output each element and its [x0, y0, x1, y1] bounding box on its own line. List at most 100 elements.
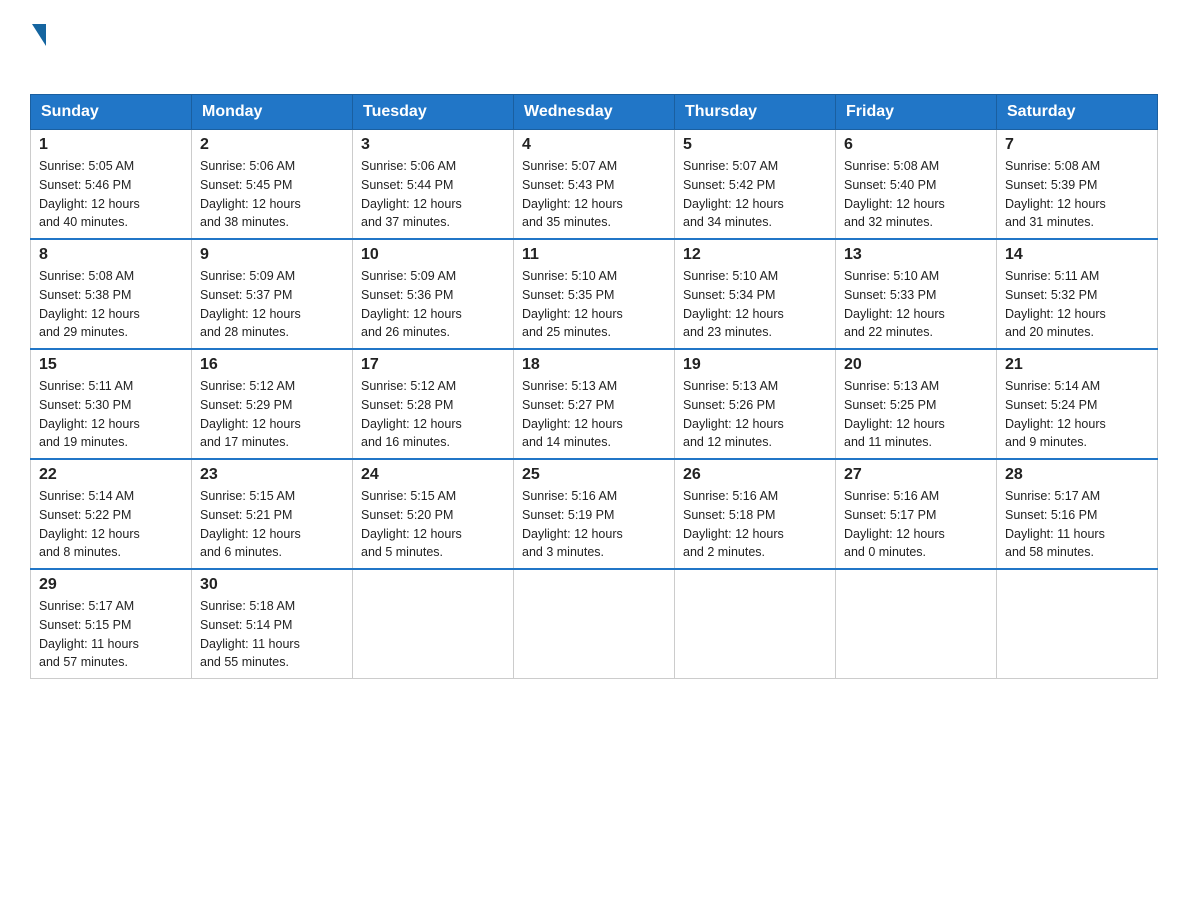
day-info: Sunrise: 5:09 AMSunset: 5:36 PMDaylight:…	[361, 267, 505, 342]
calendar-cell: 10 Sunrise: 5:09 AMSunset: 5:36 PMDaylig…	[353, 239, 514, 349]
day-number: 24	[361, 466, 505, 484]
calendar-cell: 30 Sunrise: 5:18 AMSunset: 5:14 PMDaylig…	[192, 569, 353, 679]
day-info: Sunrise: 5:11 AMSunset: 5:32 PMDaylight:…	[1005, 267, 1149, 342]
calendar-cell: 19 Sunrise: 5:13 AMSunset: 5:26 PMDaylig…	[675, 349, 836, 459]
day-info: Sunrise: 5:12 AMSunset: 5:28 PMDaylight:…	[361, 377, 505, 452]
day-info: Sunrise: 5:08 AMSunset: 5:40 PMDaylight:…	[844, 157, 988, 232]
calendar-week-row: 8 Sunrise: 5:08 AMSunset: 5:38 PMDayligh…	[31, 239, 1158, 349]
day-number: 5	[683, 136, 827, 154]
calendar-cell: 16 Sunrise: 5:12 AMSunset: 5:29 PMDaylig…	[192, 349, 353, 459]
day-info: Sunrise: 5:13 AMSunset: 5:26 PMDaylight:…	[683, 377, 827, 452]
day-info: Sunrise: 5:07 AMSunset: 5:43 PMDaylight:…	[522, 157, 666, 232]
day-number: 25	[522, 466, 666, 484]
day-info: Sunrise: 5:16 AMSunset: 5:17 PMDaylight:…	[844, 487, 988, 562]
day-info: Sunrise: 5:10 AMSunset: 5:34 PMDaylight:…	[683, 267, 827, 342]
logo: General	[30, 20, 136, 74]
day-number: 8	[39, 246, 183, 264]
day-number: 3	[361, 136, 505, 154]
calendar-cell: 28 Sunrise: 5:17 AMSunset: 5:16 PMDaylig…	[997, 459, 1158, 569]
calendar-cell: 3 Sunrise: 5:06 AMSunset: 5:44 PMDayligh…	[353, 130, 514, 240]
calendar-week-row: 15 Sunrise: 5:11 AMSunset: 5:30 PMDaylig…	[31, 349, 1158, 459]
day-number: 7	[1005, 136, 1149, 154]
day-info: Sunrise: 5:07 AMSunset: 5:42 PMDaylight:…	[683, 157, 827, 232]
day-number: 1	[39, 136, 183, 154]
calendar-cell	[514, 569, 675, 679]
day-info: Sunrise: 5:18 AMSunset: 5:14 PMDaylight:…	[200, 597, 344, 672]
day-number: 9	[200, 246, 344, 264]
calendar-week-row: 1 Sunrise: 5:05 AMSunset: 5:46 PMDayligh…	[31, 130, 1158, 240]
day-info: Sunrise: 5:14 AMSunset: 5:24 PMDaylight:…	[1005, 377, 1149, 452]
calendar-cell: 27 Sunrise: 5:16 AMSunset: 5:17 PMDaylig…	[836, 459, 997, 569]
calendar-cell: 24 Sunrise: 5:15 AMSunset: 5:20 PMDaylig…	[353, 459, 514, 569]
column-header-tuesday: Tuesday	[353, 95, 514, 130]
day-number: 29	[39, 576, 183, 594]
calendar-cell: 9 Sunrise: 5:09 AMSunset: 5:37 PMDayligh…	[192, 239, 353, 349]
calendar-cell	[675, 569, 836, 679]
day-info: Sunrise: 5:08 AMSunset: 5:39 PMDaylight:…	[1005, 157, 1149, 232]
day-number: 14	[1005, 246, 1149, 264]
day-info: Sunrise: 5:05 AMSunset: 5:46 PMDaylight:…	[39, 157, 183, 232]
column-header-wednesday: Wednesday	[514, 95, 675, 130]
day-number: 30	[200, 576, 344, 594]
calendar-header-row: SundayMondayTuesdayWednesdayThursdayFrid…	[31, 95, 1158, 130]
day-info: Sunrise: 5:08 AMSunset: 5:38 PMDaylight:…	[39, 267, 183, 342]
day-info: Sunrise: 5:06 AMSunset: 5:45 PMDaylight:…	[200, 157, 344, 232]
day-number: 20	[844, 356, 988, 374]
calendar-cell: 8 Sunrise: 5:08 AMSunset: 5:38 PMDayligh…	[31, 239, 192, 349]
day-info: Sunrise: 5:16 AMSunset: 5:18 PMDaylight:…	[683, 487, 827, 562]
calendar-cell: 21 Sunrise: 5:14 AMSunset: 5:24 PMDaylig…	[997, 349, 1158, 459]
day-info: Sunrise: 5:15 AMSunset: 5:20 PMDaylight:…	[361, 487, 505, 562]
calendar-cell: 25 Sunrise: 5:16 AMSunset: 5:19 PMDaylig…	[514, 459, 675, 569]
day-number: 15	[39, 356, 183, 374]
day-number: 22	[39, 466, 183, 484]
day-info: Sunrise: 5:09 AMSunset: 5:37 PMDaylight:…	[200, 267, 344, 342]
day-number: 16	[200, 356, 344, 374]
calendar-cell: 5 Sunrise: 5:07 AMSunset: 5:42 PMDayligh…	[675, 130, 836, 240]
day-info: Sunrise: 5:06 AMSunset: 5:44 PMDaylight:…	[361, 157, 505, 232]
calendar-cell: 2 Sunrise: 5:06 AMSunset: 5:45 PMDayligh…	[192, 130, 353, 240]
calendar-cell: 20 Sunrise: 5:13 AMSunset: 5:25 PMDaylig…	[836, 349, 997, 459]
calendar-cell: 29 Sunrise: 5:17 AMSunset: 5:15 PMDaylig…	[31, 569, 192, 679]
day-number: 2	[200, 136, 344, 154]
day-number: 28	[1005, 466, 1149, 484]
day-number: 19	[683, 356, 827, 374]
column-header-thursday: Thursday	[675, 95, 836, 130]
calendar-cell: 17 Sunrise: 5:12 AMSunset: 5:28 PMDaylig…	[353, 349, 514, 459]
day-number: 18	[522, 356, 666, 374]
day-info: Sunrise: 5:15 AMSunset: 5:21 PMDaylight:…	[200, 487, 344, 562]
day-number: 11	[522, 246, 666, 264]
day-number: 17	[361, 356, 505, 374]
day-number: 13	[844, 246, 988, 264]
column-header-monday: Monday	[192, 95, 353, 130]
calendar-cell	[353, 569, 514, 679]
day-number: 10	[361, 246, 505, 264]
calendar-cell: 6 Sunrise: 5:08 AMSunset: 5:40 PMDayligh…	[836, 130, 997, 240]
day-number: 12	[683, 246, 827, 264]
day-info: Sunrise: 5:12 AMSunset: 5:29 PMDaylight:…	[200, 377, 344, 452]
calendar-cell: 11 Sunrise: 5:10 AMSunset: 5:35 PMDaylig…	[514, 239, 675, 349]
calendar-week-row: 29 Sunrise: 5:17 AMSunset: 5:15 PMDaylig…	[31, 569, 1158, 679]
column-header-sunday: Sunday	[31, 95, 192, 130]
day-info: Sunrise: 5:16 AMSunset: 5:19 PMDaylight:…	[522, 487, 666, 562]
day-number: 6	[844, 136, 988, 154]
calendar-cell: 4 Sunrise: 5:07 AMSunset: 5:43 PMDayligh…	[514, 130, 675, 240]
page-header: General	[30, 20, 1158, 74]
calendar-cell: 14 Sunrise: 5:11 AMSunset: 5:32 PMDaylig…	[997, 239, 1158, 349]
calendar-cell	[836, 569, 997, 679]
calendar-cell: 12 Sunrise: 5:10 AMSunset: 5:34 PMDaylig…	[675, 239, 836, 349]
calendar-week-row: 22 Sunrise: 5:14 AMSunset: 5:22 PMDaylig…	[31, 459, 1158, 569]
day-number: 4	[522, 136, 666, 154]
calendar-table: SundayMondayTuesdayWednesdayThursdayFrid…	[30, 94, 1158, 679]
calendar-cell: 15 Sunrise: 5:11 AMSunset: 5:30 PMDaylig…	[31, 349, 192, 459]
calendar-cell: 26 Sunrise: 5:16 AMSunset: 5:18 PMDaylig…	[675, 459, 836, 569]
day-number: 27	[844, 466, 988, 484]
column-header-friday: Friday	[836, 95, 997, 130]
calendar-cell: 23 Sunrise: 5:15 AMSunset: 5:21 PMDaylig…	[192, 459, 353, 569]
calendar-cell: 1 Sunrise: 5:05 AMSunset: 5:46 PMDayligh…	[31, 130, 192, 240]
day-number: 21	[1005, 356, 1149, 374]
day-info: Sunrise: 5:11 AMSunset: 5:30 PMDaylight:…	[39, 377, 183, 452]
day-info: Sunrise: 5:10 AMSunset: 5:33 PMDaylight:…	[844, 267, 988, 342]
day-number: 23	[200, 466, 344, 484]
calendar-cell: 7 Sunrise: 5:08 AMSunset: 5:39 PMDayligh…	[997, 130, 1158, 240]
calendar-cell: 18 Sunrise: 5:13 AMSunset: 5:27 PMDaylig…	[514, 349, 675, 459]
